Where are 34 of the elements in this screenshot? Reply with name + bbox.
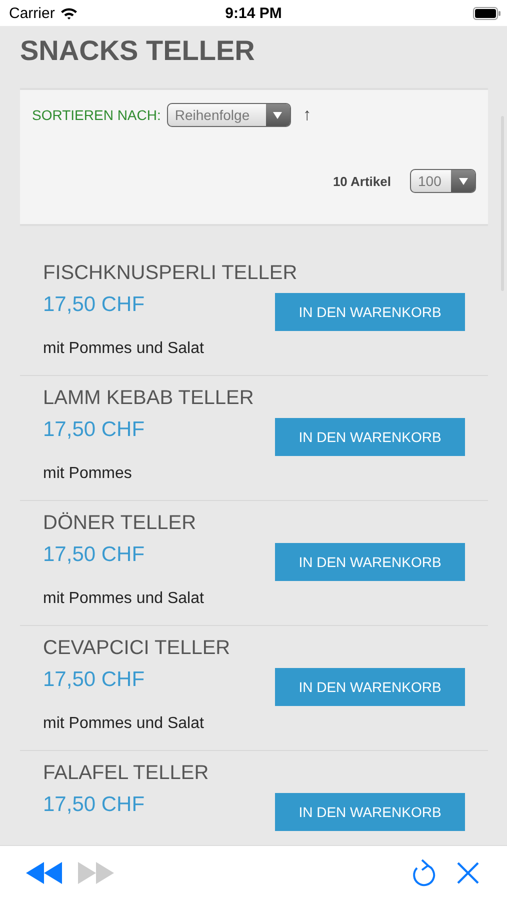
item-count: 10 Artikel xyxy=(332,174,391,188)
product-description: mit Pommes xyxy=(43,464,133,484)
product-price: 17,50 CHF xyxy=(43,668,145,692)
sort-select[interactable]: Reihenfolge xyxy=(166,103,291,127)
dropdown-arrow-icon xyxy=(273,112,282,118)
product-name: LAMM KEBAB TELLER xyxy=(43,386,255,410)
back-button[interactable] xyxy=(26,862,64,884)
refresh-icon[interactable] xyxy=(411,859,437,887)
product-price: 17,50 CHF xyxy=(43,543,145,567)
sort-label: SORTIEREN NACH: xyxy=(32,107,161,123)
product-name: FALAFEL TELLER xyxy=(43,761,210,785)
product-price: 17,50 CHF xyxy=(43,793,145,817)
page-title: SNACKS TELLER xyxy=(20,35,256,68)
product-name: FISCHKNUSPERLI TELLER xyxy=(43,261,298,285)
add-to-cart-button[interactable]: IN DEN WARENKORB xyxy=(275,793,465,831)
add-to-cart-button[interactable]: IN DEN WARENKORB xyxy=(275,668,465,706)
add-to-cart-button[interactable]: IN DEN WARENKORB xyxy=(275,293,465,331)
product-description: mit Pommes und Salat xyxy=(43,589,205,609)
wifi-icon xyxy=(60,6,78,20)
product-name: CEVAPCICI TELLER xyxy=(43,636,232,660)
add-to-cart-button[interactable]: IN DEN WARENKORB xyxy=(275,543,465,581)
product-name: DÖNER TELLER xyxy=(43,511,198,535)
product-price: 17,50 CHF xyxy=(43,293,145,317)
carrier-label: Carrier xyxy=(9,4,55,22)
close-icon[interactable] xyxy=(457,862,479,884)
product-description: mit Pommes und Salat xyxy=(43,714,205,734)
product-price: 17,50 CHF xyxy=(43,418,145,442)
product-description: mit Pommes und Salat xyxy=(43,339,205,359)
clock-time: 9:14 PM xyxy=(225,4,282,22)
add-to-cart-button[interactable]: IN DEN WARENKORB xyxy=(275,418,465,456)
dropdown-arrow-icon xyxy=(458,178,468,184)
sort-direction-button[interactable]: ↑ xyxy=(302,105,312,125)
battery-icon xyxy=(473,6,501,20)
per-page-select[interactable]: 100 xyxy=(410,169,476,193)
